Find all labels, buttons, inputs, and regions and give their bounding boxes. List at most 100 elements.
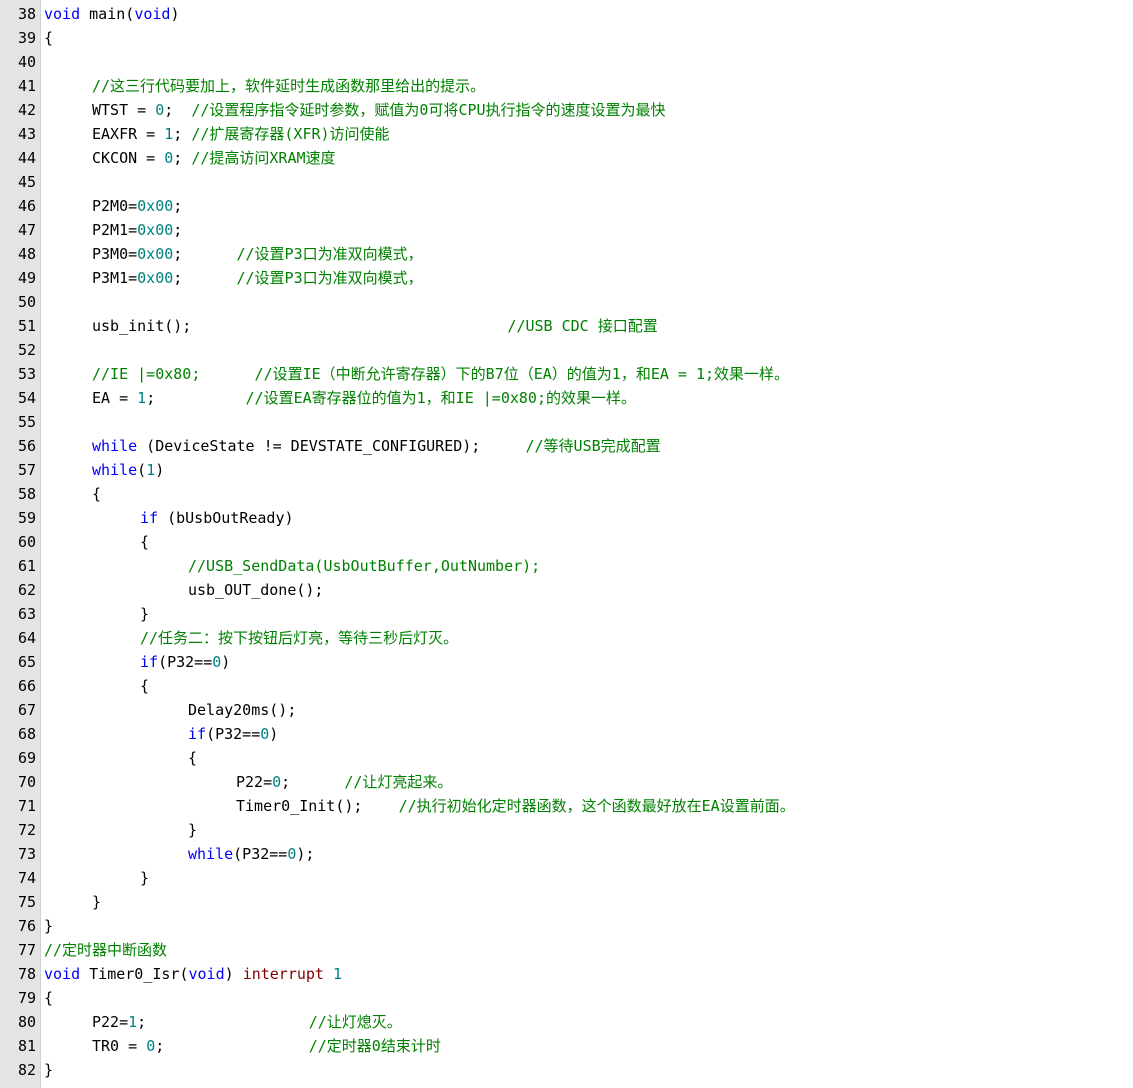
code-text: { <box>44 26 53 50</box>
code-line[interactable]: 79 { <box>0 986 1133 1010</box>
code-line[interactable]: 81 TR0 = 0; //定时器0结束计时 <box>0 1034 1133 1058</box>
number-token: 0 <box>146 1037 156 1055</box>
code-line[interactable]: 45 <box>0 170 1133 194</box>
code-line[interactable]: 40 <box>0 50 1133 74</box>
keyword-token: if <box>140 509 159 527</box>
code-text: { <box>92 482 101 506</box>
code-line[interactable]: 39 { <box>0 26 1133 50</box>
code-line[interactable]: 82} <box>0 1058 1133 1082</box>
comment-token: //等待USB完成配置 <box>525 437 661 455</box>
code-line[interactable]: 71 Timer0_Init(); //执行初始化定时器函数，这个函数最好放在EA… <box>0 794 1133 818</box>
line-number: 44 <box>17 149 36 167</box>
code-token: WTST = <box>92 101 156 119</box>
code-token: ( <box>137 461 147 479</box>
code-line[interactable]: 63} <box>0 602 1133 626</box>
code-text: //任务二：按下按钮后灯亮，等待三秒后灯灭。 <box>140 626 458 650</box>
comment-token: //扩展寄存器(XFR)访问使能 <box>191 125 390 143</box>
code-line[interactable]: 73 while(P32==0); <box>0 842 1133 866</box>
code-line[interactable]: 62 usb_OUT_done(); <box>0 578 1133 602</box>
code-token: (bUsbOutReady) <box>158 509 294 527</box>
code-text: //定时器中断函数 <box>44 938 167 962</box>
code-token: Delay20ms(); <box>188 701 297 719</box>
code-text: if(P32==0) <box>140 650 230 674</box>
line-number: 57 <box>17 461 36 479</box>
code-line[interactable]: 80 P22=1; //让灯熄灭。 <box>0 1010 1133 1034</box>
code-line[interactable]: 64 //任务二：按下按钮后灯亮，等待三秒后灯灭。 <box>0 626 1133 650</box>
line-number: 47 <box>17 221 36 239</box>
line-number: 66 <box>17 677 36 695</box>
code-line[interactable]: 46 P2M0=0x00; <box>0 194 1133 218</box>
code-line[interactable]: 52 <box>0 338 1133 362</box>
code-line[interactable]: 61 //USB_SendData(UsbOutBuffer,OutNumber)… <box>0 554 1133 578</box>
code-line[interactable]: 55 <box>0 410 1133 434</box>
line-number: 71 <box>17 797 36 815</box>
code-line[interactable]: 72} <box>0 818 1133 842</box>
code-token: ) <box>170 5 180 23</box>
code-line[interactable]: 67 Delay20ms(); <box>0 698 1133 722</box>
code-line[interactable]: 38 void main(void) <box>0 2 1133 26</box>
code-line[interactable]: 59 if (bUsbOutReady) <box>0 506 1133 530</box>
code-line[interactable]: 74} <box>0 866 1133 890</box>
code-line[interactable]: 69 { <box>0 746 1133 770</box>
number-token: 1 <box>128 1013 138 1031</box>
number-token: 1 <box>137 389 147 407</box>
code-line[interactable]: 68 if(P32==0) <box>0 722 1133 746</box>
line-number: 52 <box>17 341 36 359</box>
code-text: { <box>44 986 53 1010</box>
code-line[interactable]: 57 while(1) <box>0 458 1133 482</box>
line-number: 55 <box>17 413 36 431</box>
code-token: } <box>92 893 102 911</box>
code-token: { <box>140 533 150 551</box>
code-line[interactable]: 60 { <box>0 530 1133 554</box>
code-line[interactable]: 58 { <box>0 482 1133 506</box>
code-token: ; <box>137 1013 309 1031</box>
code-text: P22=0; //让灯亮起来。 <box>236 770 452 794</box>
code-line[interactable]: 78 void Timer0_Isr(void) interrupt 1 <box>0 962 1133 986</box>
line-number: 75 <box>17 893 36 911</box>
code-token: ; <box>155 1037 309 1055</box>
code-text: while (DeviceState != DEVSTATE_CONFIGURE… <box>92 434 661 458</box>
comment-token: //设置P3口为准双向模式， <box>236 245 423 263</box>
code-line[interactable]: 77 //定时器中断函数 <box>0 938 1133 962</box>
code-line[interactable]: 75} <box>0 890 1133 914</box>
code-text: EAXFR = 1; //扩展寄存器(XFR)访问使能 <box>92 122 390 146</box>
code-token: ; <box>281 773 345 791</box>
code-line[interactable]: 65 if(P32==0) <box>0 650 1133 674</box>
keyword-token: void <box>44 5 81 23</box>
code-editor[interactable]: 38 void main(void) 39{ 40 41//这三行代码要加上，软件延时生… <box>0 0 1133 1088</box>
code-text: { <box>140 674 149 698</box>
code-line[interactable]: 66 { <box>0 674 1133 698</box>
code-token: TR0 = <box>92 1037 147 1055</box>
code-text: { <box>188 746 197 770</box>
line-number: 40 <box>17 53 36 71</box>
line-number: 56 <box>17 437 36 455</box>
keyword-token: void <box>44 965 81 983</box>
code-text: usb_OUT_done(); <box>188 578 323 602</box>
code-token: } <box>140 869 150 887</box>
code-line[interactable]: 70 P22=0; //让灯亮起来。 <box>0 770 1133 794</box>
code-line[interactable]: 43 EAXFR = 1; //扩展寄存器(XFR)访问使能 <box>0 122 1133 146</box>
code-line[interactable]: 54 EA = 1; //设置EA寄存器位的值为1，和IE |=0x80;的效果一… <box>0 386 1133 410</box>
line-number: 63 <box>17 605 36 623</box>
code-token: P2M1= <box>92 221 138 239</box>
comment-token: //IE |=0x80; //设置IE（中断允许寄存器）下的B7位（EA）的值为… <box>92 365 790 383</box>
code-line[interactable]: 48 P3M0=0x00; //设置P3口为准双向模式， <box>0 242 1133 266</box>
keyword-token: while <box>92 461 138 479</box>
code-line[interactable]: 53 //IE |=0x80; //设置IE（中断允许寄存器）下的B7位（EA）的… <box>0 362 1133 386</box>
code-line[interactable]: 51 usb_init(); //USB CDC 接口配置 <box>0 314 1133 338</box>
comment-token: //让灯熄灭。 <box>308 1013 402 1031</box>
code-line[interactable]: 41 //这三行代码要加上，软件延时生成函数那里给出的提示。 <box>0 74 1133 98</box>
line-number: 78 <box>17 965 36 983</box>
code-text: void main(void) <box>44 2 179 26</box>
code-line[interactable]: 76} <box>0 914 1133 938</box>
code-line[interactable]: 50 <box>0 290 1133 314</box>
code-text: while(P32==0); <box>188 842 314 866</box>
code-line[interactable]: 47 P2M1=0x00; <box>0 218 1133 242</box>
code-line[interactable]: 44 CKCON = 0; //提高访问XRAM速度 <box>0 146 1133 170</box>
number-token: 0 <box>212 653 222 671</box>
code-line[interactable]: 56 while (DeviceState != DEVSTATE_CONFIGU… <box>0 434 1133 458</box>
code-line[interactable]: 42 WTST = 0; //设置程序指令延时参数，赋值为0可将CPU执行指令的速… <box>0 98 1133 122</box>
code-token: EAXFR = <box>92 125 165 143</box>
code-line[interactable]: 49 P3M1=0x00; //设置P3口为准双向模式， <box>0 266 1133 290</box>
